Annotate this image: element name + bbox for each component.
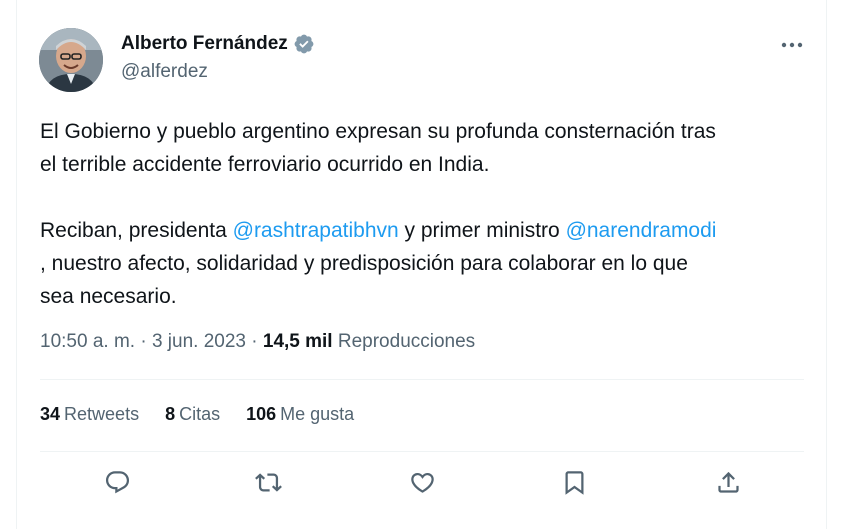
quotes-stat[interactable]: 8 Citas <box>165 404 220 425</box>
likes-count: 106 <box>246 404 277 424</box>
mention-link-narendramodi[interactable]: @narendramodi <box>566 219 717 242</box>
reply-icon <box>105 470 129 493</box>
tweet-time[interactable]: 10:50 a. m. <box>40 331 135 352</box>
share-button[interactable] <box>708 462 748 502</box>
retweets-label: Retweets <box>64 404 140 424</box>
author-handle[interactable]: @alferdez <box>121 61 208 83</box>
tweet-stats: 34 Retweets 8 Citas 106 Me gusta <box>40 404 380 425</box>
tweet-line: sea necesario. <box>40 285 177 308</box>
tweet-fragment: y primer ministro <box>398 219 566 242</box>
reply-button[interactable] <box>97 462 137 502</box>
meta-separator: · <box>245 331 263 352</box>
like-button[interactable] <box>402 462 442 502</box>
bookmark-icon <box>565 470 583 495</box>
share-icon <box>717 471 739 493</box>
heart-icon <box>410 472 434 493</box>
divider <box>40 451 804 452</box>
tweet-line: el terrible accidente ferroviario ocurri… <box>40 153 490 176</box>
tweet-line: El Gobierno y pueblo argentino expresan … <box>40 120 716 143</box>
tweet-date[interactable]: 3 jun. 2023 <box>152 331 246 352</box>
avatar-photo-icon <box>39 28 103 92</box>
tweet-line: , nuestro afecto, solidaridad y predispo… <box>40 252 688 275</box>
quotes-count: 8 <box>165 404 176 424</box>
likes-label: Me gusta <box>280 404 355 424</box>
divider <box>40 379 804 380</box>
more-options-button[interactable] <box>778 34 806 56</box>
avatar[interactable] <box>39 28 103 92</box>
timeline-border-right <box>826 0 827 529</box>
retweet-icon <box>254 472 282 492</box>
tweet-fragment: Reciban, presidenta <box>40 219 233 242</box>
retweets-count: 34 <box>40 404 61 424</box>
tweet-text: El Gobierno y pueblo argentino expresan … <box>40 115 820 313</box>
more-dots-icon <box>781 42 803 48</box>
views-label: Reproducciones <box>332 331 476 352</box>
tweet-metadata: 10:50 a. m. · 3 jun. 2023 · 14,5 mil Rep… <box>40 331 475 353</box>
likes-stat[interactable]: 106 Me gusta <box>246 404 354 425</box>
author-name[interactable]: Alberto Fernández <box>121 33 288 55</box>
bookmark-button[interactable] <box>554 462 594 502</box>
meta-separator: · <box>135 331 152 352</box>
tweet-line: Reciban, presidenta @rashtrapatibhvn y p… <box>40 214 820 247</box>
retweets-stat[interactable]: 34 Retweets <box>40 404 139 425</box>
tweet-actions-bar <box>0 458 852 508</box>
views-count: 14,5 mil <box>262 331 333 352</box>
quotes-label: Citas <box>179 404 221 424</box>
timeline-border-left <box>16 0 17 529</box>
verified-badge-icon <box>293 33 315 55</box>
retweet-button[interactable] <box>248 462 288 502</box>
mention-link-rashtrapatibhvn[interactable]: @rashtrapatibhvn <box>233 219 399 242</box>
